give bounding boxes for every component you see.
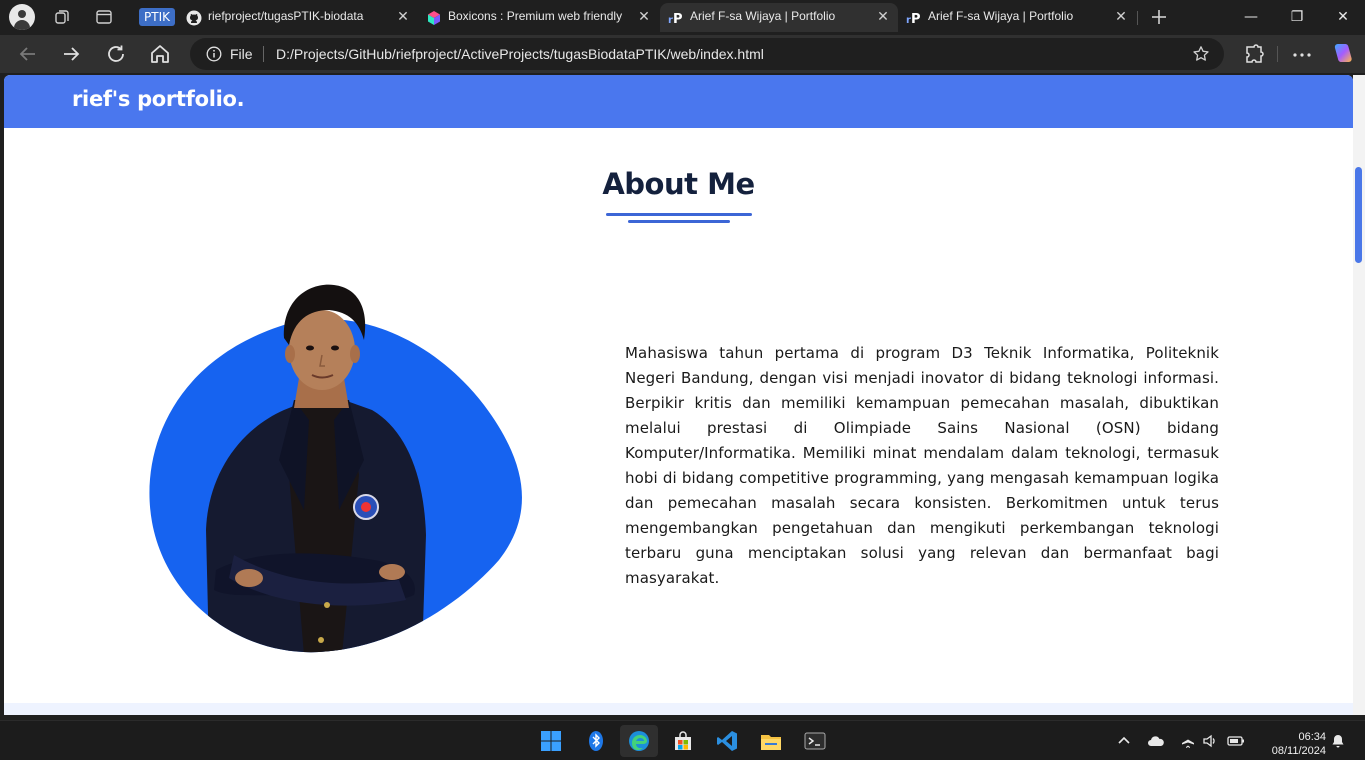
boxicons-icon — [428, 11, 440, 25]
restore-icon[interactable]: ❐ — [1274, 0, 1320, 34]
tab-boxicons[interactable]: Boxicons : Premium web friendly icons ✕ — [418, 3, 659, 32]
battery-icon[interactable] — [1227, 733, 1245, 749]
site-logo[interactable]: rief's portfolio. — [72, 87, 245, 111]
title-underline — [606, 213, 752, 216]
taskbar-store[interactable] — [664, 725, 702, 757]
windows-taskbar: 06:34 08/11/2024 — [0, 720, 1365, 760]
profile-avatar-icon[interactable] — [9, 4, 35, 30]
start-button[interactable] — [532, 725, 570, 757]
tab-title: Boxicons : Premium web friendly icons — [448, 9, 623, 23]
minimize-icon[interactable]: — — [1228, 0, 1274, 34]
browser-toolbar: File D:/Projects/GitHub/riefproject/Acti… — [0, 35, 1365, 73]
about-paragraph: Mahasiswa tahun pertama di program D3 Te… — [625, 344, 1219, 587]
page-viewport: rief's portfolio. About Me Mahasiswa tah… — [4, 75, 1353, 715]
scrollbar-thumb[interactable] — [1355, 167, 1362, 263]
windows-start-icon — [541, 731, 561, 751]
close-tab-icon[interactable]: ✕ — [1114, 10, 1128, 24]
taskbar-terminal[interactable] — [796, 725, 834, 757]
close-tab-icon[interactable]: ✕ — [876, 10, 890, 24]
url-text[interactable]: D:/Projects/GitHub/riefproject/ActivePro… — [276, 46, 764, 62]
file-explorer-icon — [761, 735, 781, 750]
tab-group-label[interactable]: PTIK — [139, 8, 175, 26]
reload-icon[interactable] — [104, 42, 128, 66]
toolbar-divider — [1277, 46, 1278, 62]
tab-divider — [1137, 11, 1138, 25]
taskbar-bluetooth[interactable] — [577, 725, 615, 757]
notification-bell-icon[interactable] — [1330, 733, 1346, 749]
terminal-icon — [804, 732, 826, 750]
portfolio-icon: r P — [668, 12, 683, 26]
tab-title: Arief F-sa Wijaya | Portfolio — [928, 9, 1074, 23]
system-clock[interactable]: 06:34 08/11/2024 — [1258, 730, 1326, 758]
workspaces-icon[interactable] — [53, 8, 71, 26]
svg-text:P: P — [911, 12, 921, 26]
extensions-icon[interactable] — [1242, 43, 1266, 67]
new-tab-icon[interactable] — [1150, 8, 1168, 26]
taskbar-vscode[interactable] — [708, 725, 746, 757]
store-icon — [675, 731, 691, 750]
onedrive-icon[interactable] — [1147, 733, 1165, 749]
close-tab-icon[interactable]: ✕ — [396, 10, 410, 24]
portrait-photo — [149, 284, 522, 653]
tab-title: Arief F-sa Wijaya | Portfolio — [690, 9, 836, 23]
tab-portfolio-active[interactable]: r P Arief F-sa Wijaya | Portfolio ✕ — [660, 3, 898, 32]
site-header: rief's portfolio. — [4, 75, 1353, 128]
close-tab-icon[interactable]: ✕ — [637, 10, 651, 24]
tab-github[interactable]: riefproject/tugasPTIK-biodata ✕ — [178, 3, 418, 32]
page-scrollbar[interactable] — [1353, 75, 1365, 715]
url-divider — [263, 46, 264, 62]
github-icon — [186, 10, 202, 26]
airplane-mode-icon[interactable] — [1180, 733, 1196, 749]
address-bar[interactable]: File D:/Projects/GitHub/riefproject/Acti… — [190, 38, 1224, 70]
show-hidden-icons-icon[interactable] — [1116, 733, 1132, 749]
next-section-edge — [4, 703, 1353, 715]
tab-portfolio[interactable]: r P Arief F-sa Wijaya | Portfolio ✕ — [898, 3, 1136, 32]
copilot-icon[interactable] — [1330, 41, 1356, 67]
taskbar-file-explorer[interactable] — [752, 725, 790, 757]
vscode-icon — [717, 731, 737, 751]
clock-date: 08/11/2024 — [1271, 745, 1326, 757]
portfolio-icon: r P — [906, 12, 921, 26]
home-icon[interactable] — [148, 42, 172, 66]
clock-time: 06:34 — [1298, 731, 1326, 743]
svg-text:P: P — [673, 12, 683, 26]
back-arrow-icon[interactable] — [16, 42, 40, 66]
about-title: About Me — [602, 167, 755, 201]
forward-arrow-icon[interactable] — [59, 42, 83, 66]
url-scheme-label: File — [230, 46, 253, 62]
more-options-icon[interactable] — [1290, 43, 1314, 67]
info-icon[interactable] — [206, 46, 222, 62]
taskbar-edge[interactable] — [620, 725, 658, 757]
title-underline-short — [628, 220, 730, 223]
bluetooth-icon — [589, 731, 603, 751]
tab-strip: PTIK riefproject/tugasPTIK-biodata ✕ Box… — [0, 0, 1365, 35]
favorite-star-icon[interactable] — [1192, 45, 1210, 63]
tab-actions-icon[interactable] — [95, 8, 113, 26]
edge-icon — [629, 731, 649, 751]
tab-title: riefproject/tugasPTIK-biodata — [208, 9, 364, 23]
close-window-icon[interactable]: ✕ — [1320, 0, 1365, 34]
volume-icon[interactable] — [1202, 733, 1218, 749]
